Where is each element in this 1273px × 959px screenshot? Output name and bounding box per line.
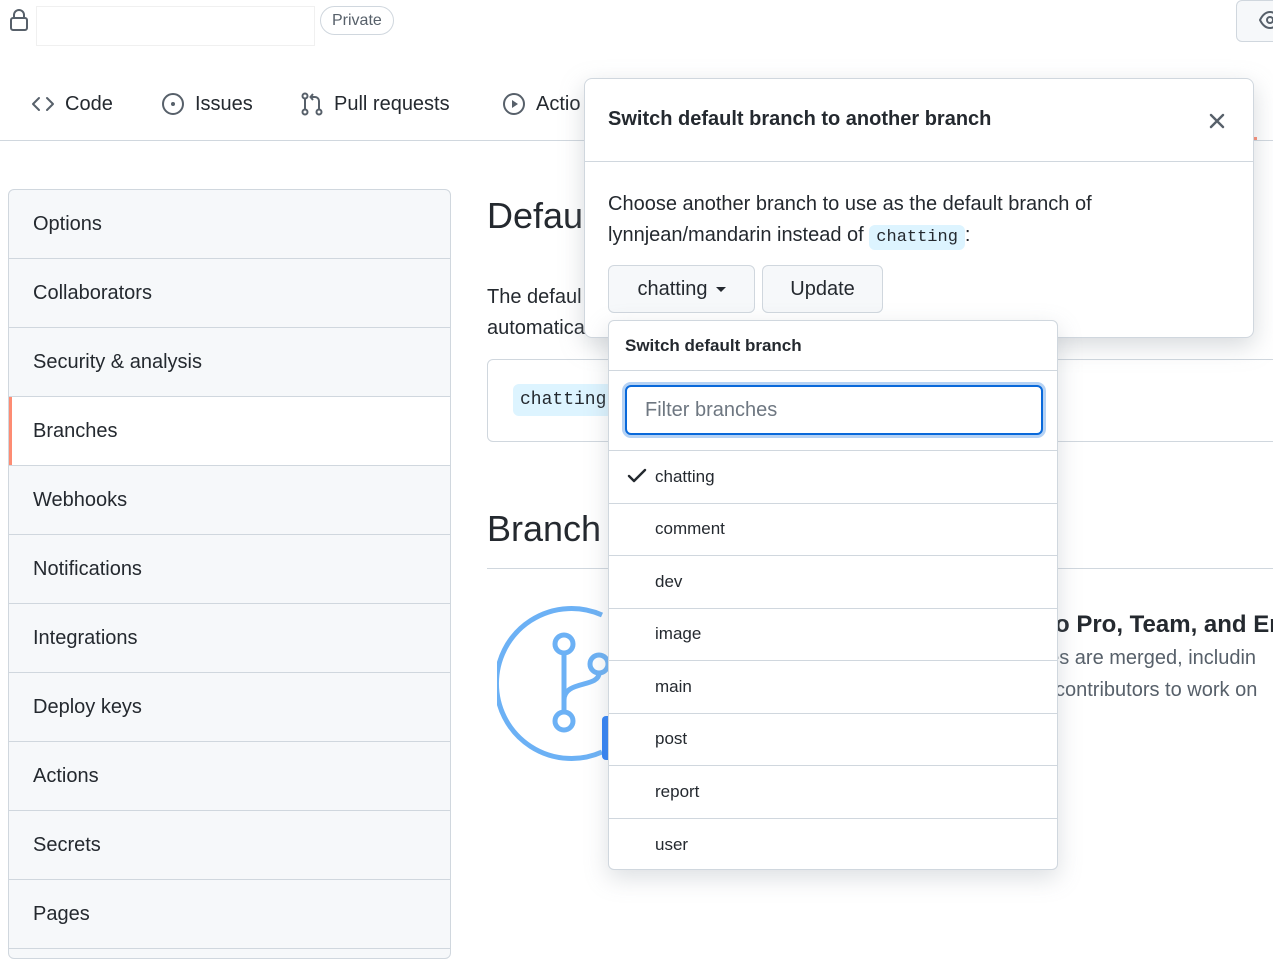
upgrade-title: o Pro, Team, and En [1055, 611, 1273, 638]
branch-select-label: chatting [637, 277, 708, 300]
watch-button[interactable] [1236, 0, 1273, 42]
branch-select-menu: Switch default branch chatting comment d… [608, 320, 1058, 870]
git-pull-request-icon [301, 92, 323, 116]
current-default-branch: chatting [513, 384, 614, 416]
sidebar-item-branches[interactable]: Branches [9, 397, 450, 466]
sidebar-item-options[interactable]: Options [9, 190, 450, 259]
play-icon [503, 93, 525, 115]
settings-sidebar: Options Collaborators Security & analysi… [8, 189, 451, 959]
close-icon [1209, 113, 1225, 129]
visibility-badge: Private [320, 6, 394, 35]
code-icon [32, 97, 54, 111]
tab-code[interactable]: Code [31, 75, 113, 133]
branch-name: main [655, 676, 692, 696]
repo-name[interactable] [36, 6, 315, 46]
lock-icon [8, 8, 30, 32]
switch-default-branch-dialog: Switch default branch to another branch … [584, 78, 1254, 338]
tab-label: Issues [195, 92, 253, 115]
default-branch-description: The defaul [487, 286, 582, 308]
tab-issues[interactable]: Issues [161, 75, 253, 133]
default-branch-description-line2: automatica [487, 317, 585, 339]
sidebar-item-deploy-keys[interactable]: Deploy keys [9, 673, 450, 742]
default-branch-heading: Defau [487, 195, 584, 236]
close-button[interactable] [1205, 109, 1229, 133]
branch-item-image[interactable]: image [609, 609, 1057, 661]
branch-name: image [655, 624, 702, 644]
sidebar-item-security-analysis[interactable]: Security & analysis [9, 328, 450, 397]
tab-actions[interactable]: Actio [502, 75, 580, 133]
branch-menu-title: Switch default branch [609, 321, 1057, 371]
current-branch-code: chatting [869, 225, 965, 250]
dialog-title: Switch default branch to another branch [608, 108, 992, 130]
branch-name: comment [655, 519, 725, 539]
tab-label: Actio [536, 92, 581, 115]
branch-item-comment[interactable]: comment [609, 504, 1057, 556]
dialog-header: Switch default branch to another branch [585, 79, 1253, 162]
branch-item-chatting[interactable]: chatting [609, 451, 1057, 504]
branch-name: chatting [655, 466, 715, 486]
tab-label: Pull requests [334, 92, 450, 115]
sidebar-item-integrations[interactable]: Integrations [9, 604, 450, 673]
branch-select-button[interactable]: chatting [608, 265, 755, 313]
branch-item-main[interactable]: main [609, 661, 1057, 714]
check-icon [627, 468, 647, 483]
eye-icon [1259, 11, 1273, 29]
dialog-description-text: Choose another branch to use as the defa… [608, 193, 1092, 246]
branch-name: post [655, 729, 688, 749]
upgrade-description: nes are merged, includin [1037, 647, 1257, 669]
sidebar-item-notifications[interactable]: Notifications [9, 535, 450, 604]
update-button[interactable]: Update [762, 265, 883, 313]
filter-container [609, 371, 1057, 451]
branch-item-user[interactable]: user [609, 819, 1057, 870]
tab-pull-requests[interactable]: Pull requests [300, 75, 450, 133]
caret-down-icon [715, 286, 726, 292]
dialog-description: Choose another branch to use as the defa… [608, 189, 1228, 253]
sidebar-item-actions[interactable]: Actions [9, 742, 450, 811]
dialog-description-suffix: : [964, 224, 971, 246]
branch-name: user [655, 834, 689, 854]
sidebar-item-pages[interactable]: Pages [9, 880, 450, 949]
branch-item-report[interactable]: report [609, 766, 1057, 819]
filter-branches-input[interactable] [625, 385, 1043, 435]
branch-name: dev [655, 571, 683, 591]
branch-item-dev[interactable]: dev [609, 556, 1057, 609]
branch-protection-heading: Branch [487, 508, 602, 549]
issue-opened-icon [162, 93, 184, 115]
upgrade-description-line2: contributors to work on [1055, 679, 1258, 701]
tab-label: Code [65, 92, 113, 115]
branch-name: report [655, 781, 700, 801]
sidebar-item-collaborators[interactable]: Collaborators [9, 259, 450, 328]
sidebar-item-secrets[interactable]: Secrets [9, 811, 450, 880]
branch-item-post[interactable]: post [609, 714, 1057, 766]
sidebar-item-webhooks[interactable]: Webhooks [9, 466, 450, 535]
